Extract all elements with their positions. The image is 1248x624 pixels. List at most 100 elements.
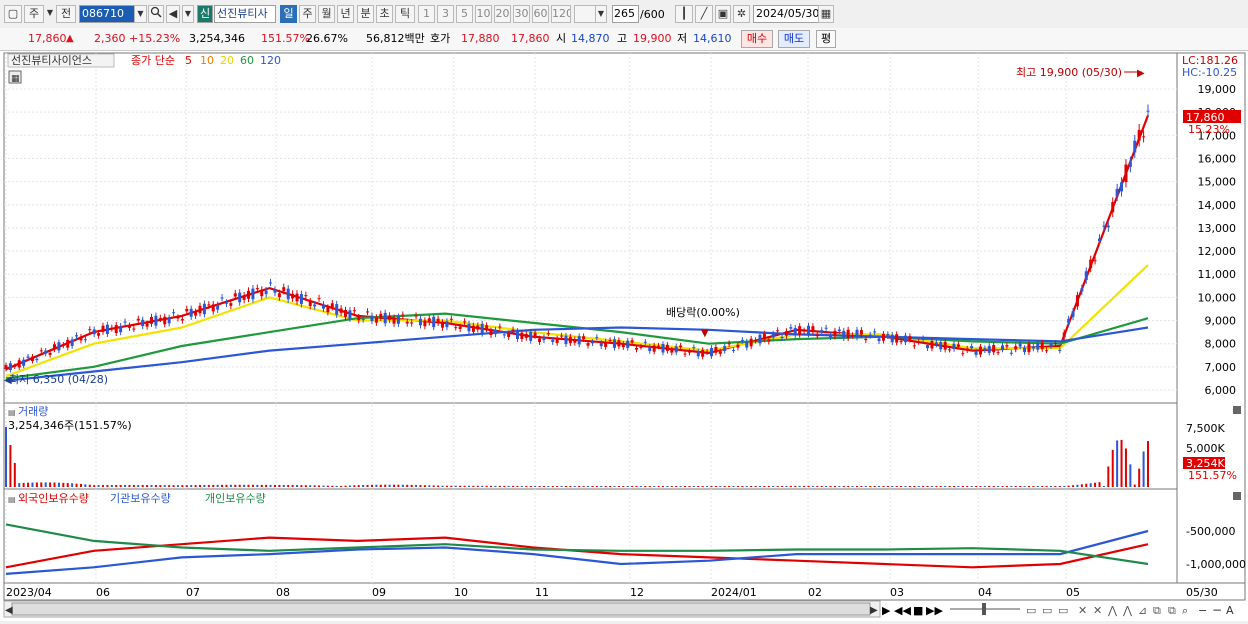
candle-body — [992, 345, 996, 353]
search-icon[interactable] — [148, 5, 164, 23]
minute-3-button[interactable]: 3 — [437, 5, 454, 23]
stop-icon[interactable]: ■ — [913, 604, 923, 617]
export-icon[interactable]: ⧉ — [1168, 604, 1176, 617]
volume-bar — [467, 485, 470, 487]
volume-bar — [829, 485, 832, 487]
period-year-button[interactable]: 년 — [337, 5, 354, 23]
volume-bar — [564, 486, 567, 487]
fast-forward-icon[interactable]: ▶▶ — [926, 604, 943, 617]
volume-panel-close-icon[interactable] — [1233, 406, 1241, 414]
candle-body — [92, 329, 96, 335]
volume-bar — [745, 486, 748, 487]
ma-5-label[interactable]: 5 — [185, 54, 192, 67]
custom-period-dropdown-icon[interactable]: ▼ — [595, 5, 607, 23]
trend-icon-2[interactable]: ⋀ — [1122, 604, 1133, 617]
volume-bar — [891, 486, 894, 487]
ma-120-label[interactable]: 120 — [260, 54, 281, 67]
buy-button[interactable]: 매수 — [741, 30, 773, 48]
sell-button[interactable]: 매도 — [778, 30, 810, 48]
volume-bar — [560, 486, 563, 487]
candle-body — [1067, 318, 1071, 323]
candle-body — [1071, 311, 1075, 317]
save-icon[interactable]: ▣ — [715, 5, 731, 23]
date-input[interactable]: 2024/05/30 — [753, 5, 819, 23]
trend-icon-1[interactable]: ⋀ — [1107, 604, 1118, 617]
volume-bar — [975, 486, 978, 487]
minute-10-button[interactable]: 10 — [475, 5, 492, 23]
crosshair-icon[interactable]: ✕ — [1078, 604, 1087, 617]
zoom-out-icon[interactable]: − — [1198, 604, 1207, 617]
code-dropdown-icon[interactable]: ▼ — [134, 5, 147, 23]
period-day-button[interactable]: 일 — [280, 5, 297, 23]
compare-icon[interactable]: ⧉ — [1153, 604, 1161, 617]
minute-20-button[interactable]: 20 — [494, 5, 511, 23]
chart-area[interactable]: 선진뷰티사이언스 종가 단순 5 10 20 60 120 ▦ 최고 19,90… — [0, 51, 1248, 621]
prev-button[interactable]: 전 — [56, 5, 76, 23]
settings-gear-icon[interactable]: ✲ — [733, 5, 750, 23]
volume-bar — [675, 486, 678, 487]
volume-panel[interactable] — [3, 402, 1178, 490]
candle-body — [723, 346, 727, 351]
scroll-left-icon[interactable]: ◀ — [5, 605, 13, 616]
volume-bar — [31, 482, 34, 487]
window-menu-icon[interactable]: ▢ — [4, 5, 22, 23]
market-select[interactable]: 주 — [24, 5, 44, 23]
volume-bar — [159, 485, 162, 487]
ma-20-label[interactable]: 20 — [220, 54, 234, 67]
ma-60-label[interactable]: 60 — [240, 54, 254, 67]
scroll-right-icon[interactable]: ▶ — [870, 605, 878, 616]
quote-bar: 17,860 ▲ 2,360 +15.23% 3,254,346 151.57%… — [0, 28, 1248, 51]
minute-30-button[interactable]: 30 — [513, 5, 530, 23]
volume-bar — [291, 485, 294, 487]
ma-10-label[interactable]: 10 — [200, 54, 214, 67]
play-icon[interactable]: ▶ — [882, 604, 891, 617]
volume-bar — [401, 484, 404, 487]
volume-bar — [115, 485, 118, 487]
zoom-slider-handle[interactable] — [982, 603, 986, 615]
speaker-icon[interactable]: ◀ — [166, 5, 180, 23]
period-tick-button[interactable]: 틱 — [395, 5, 415, 23]
volume-bar — [119, 484, 122, 487]
zoom-search-icon[interactable]: ⌕ — [1182, 604, 1188, 617]
volume-bar — [750, 486, 753, 487]
volume-bar — [913, 486, 916, 487]
layout-icon-2[interactable]: ▭ — [1042, 604, 1052, 617]
candle-body — [1137, 129, 1141, 141]
candle-body — [824, 327, 828, 329]
period-second-button[interactable]: 초 — [376, 5, 393, 23]
volume-bar — [243, 484, 246, 487]
candle-type-icon[interactable]: ┃ — [675, 5, 693, 23]
minute-60-button[interactable]: 60 — [532, 5, 549, 23]
eval-button[interactable]: 평 — [816, 30, 836, 48]
x-tick-label: 09 — [372, 586, 386, 599]
rewind-icon[interactable]: ◀◀ — [894, 604, 911, 617]
font-size-icon[interactable]: A — [1226, 604, 1234, 617]
volume-bar — [900, 486, 903, 487]
minute-1-button[interactable]: 1 — [418, 5, 435, 23]
candle-body — [586, 343, 590, 346]
period-minute-button[interactable]: 분 — [357, 5, 374, 23]
candle-body — [216, 304, 220, 310]
period-month-button[interactable]: 월 — [318, 5, 335, 23]
minute-120-button[interactable]: 120 — [551, 5, 571, 23]
layout-icon-3[interactable]: ▭ — [1058, 604, 1068, 617]
scrollbar-thumb[interactable] — [11, 602, 871, 616]
calendar-icon[interactable]: ▦ — [818, 5, 834, 23]
speaker-dropdown-icon[interactable]: ▼ — [182, 5, 194, 23]
fib-icon[interactable]: ⊿ — [1138, 604, 1147, 617]
dividend-marker-icon: ▼ — [701, 328, 709, 339]
cross-icon-2[interactable]: ✕ — [1093, 604, 1102, 617]
holdings-panel-close-icon[interactable] — [1233, 492, 1241, 500]
volume-bar — [653, 486, 656, 487]
zoom-in-icon[interactable]: − — [1212, 603, 1222, 617]
market-dropdown-icon[interactable]: ▼ — [46, 5, 54, 23]
layout-icon-1[interactable]: ▭ — [1026, 604, 1036, 617]
bar-count-input[interactable]: 265 — [612, 5, 639, 23]
candle-body — [260, 289, 264, 297]
volume-bar — [626, 486, 629, 487]
holdings-panel[interactable] — [3, 488, 1178, 584]
stock-code-input[interactable]: 086710 — [79, 5, 137, 23]
minute-5-button[interactable]: 5 — [456, 5, 473, 23]
period-week-button[interactable]: 주 — [299, 5, 316, 23]
draw-tool-icon[interactable]: ╱ — [695, 5, 713, 23]
